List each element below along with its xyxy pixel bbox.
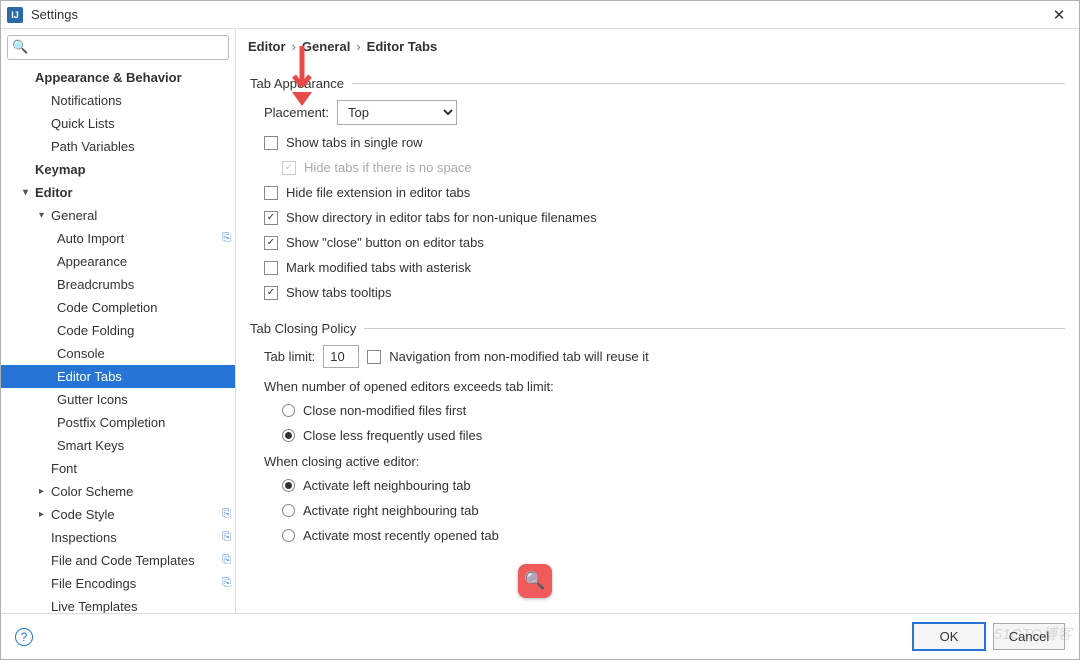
tree-color-scheme[interactable]: ▸Color Scheme <box>1 480 235 503</box>
chevron-right-icon: › <box>292 39 296 54</box>
radio-close-lfu[interactable] <box>282 429 295 442</box>
tree-auto-import[interactable]: Auto Import⎘ <box>1 227 235 250</box>
breadcrumb-editor-tabs: Editor Tabs <box>367 39 438 54</box>
checkbox-nav-reuse[interactable] <box>367 350 381 364</box>
tree-file-templates[interactable]: File and Code Templates⎘ <box>1 549 235 572</box>
checkbox-show-close[interactable]: ✓ <box>264 236 278 250</box>
gear-icon: ⎘ <box>222 577 231 590</box>
chevron-down-icon: ▾ <box>23 187 35 198</box>
breadcrumb-editor: Editor <box>248 39 286 54</box>
placement-select[interactable]: Top <box>337 100 457 125</box>
search-icon: 🔍 <box>12 39 28 55</box>
gear-icon: ⎘ <box>222 554 231 567</box>
section-title: Tab Appearance <box>250 76 344 91</box>
tree-quick-lists[interactable]: Quick Lists <box>1 112 235 135</box>
tree-general[interactable]: ▾General <box>1 204 235 227</box>
section-closing-policy: Tab Closing Policy Tab limit: Navigation… <box>236 309 1079 552</box>
breadcrumb-general: General <box>302 39 350 54</box>
close-icon[interactable]: ✕ <box>1045 6 1073 24</box>
breadcrumb: Editor › General › Editor Tabs <box>236 29 1079 64</box>
tree-editor-tabs[interactable]: Editor Tabs <box>1 365 235 388</box>
tree-file-encodings[interactable]: File Encodings⎘ <box>1 572 235 595</box>
settings-window: IJ Settings ✕ 🔍 Appearance & Behavior No… <box>0 0 1080 660</box>
tree-code-style[interactable]: ▸Code Style⎘ <box>1 503 235 526</box>
tree-breadcrumbs[interactable]: Breadcrumbs <box>1 273 235 296</box>
tree-console[interactable]: Console <box>1 342 235 365</box>
tree-notifications[interactable]: Notifications <box>1 89 235 112</box>
gear-icon: ⎘ <box>222 531 231 544</box>
search-box: 🔍 <box>7 35 229 60</box>
tab-limit-input[interactable] <box>323 345 359 368</box>
placement-label: Placement: <box>264 105 329 120</box>
radio-act-mru[interactable] <box>282 529 295 542</box>
app-icon: IJ <box>7 7 23 23</box>
chevron-right-icon: › <box>356 39 360 54</box>
footer: ? OK Cancel <box>1 613 1079 659</box>
chevron-right-icon: ▸ <box>39 509 51 520</box>
tree-appearance-behavior[interactable]: Appearance & Behavior <box>1 66 235 89</box>
ok-button[interactable]: OK <box>913 623 985 650</box>
tree-editor[interactable]: ▾Editor <box>1 181 235 204</box>
checkbox-tooltips[interactable]: ✓ <box>264 286 278 300</box>
checkbox-show-dir[interactable]: ✓ <box>264 211 278 225</box>
tree-code-completion[interactable]: Code Completion <box>1 296 235 319</box>
tree-inspections[interactable]: Inspections⎘ <box>1 526 235 549</box>
tree-appearance[interactable]: Appearance <box>1 250 235 273</box>
tree-code-folding[interactable]: Code Folding <box>1 319 235 342</box>
tab-limit-label: Tab limit: <box>264 349 315 364</box>
closing-heading: When closing active editor: <box>250 448 1065 473</box>
tree-keymap[interactable]: Keymap <box>1 158 235 181</box>
body: 🔍 Appearance & Behavior Notifications Qu… <box>1 29 1079 613</box>
gear-icon: ⎘ <box>222 232 231 245</box>
cancel-button[interactable]: Cancel <box>993 623 1065 650</box>
exceeds-heading: When number of opened editors exceeds ta… <box>250 373 1065 398</box>
chevron-right-icon: ▸ <box>39 486 51 497</box>
floating-search-icon[interactable]: 🔍 <box>518 564 552 598</box>
tree-gutter-icons[interactable]: Gutter Icons <box>1 388 235 411</box>
checkbox-hide-no-space: ✓ <box>282 161 296 175</box>
tree-postfix-completion[interactable]: Postfix Completion <box>1 411 235 434</box>
divider <box>352 83 1065 84</box>
search-input[interactable] <box>7 35 229 60</box>
radio-close-nonmod[interactable] <box>282 404 295 417</box>
radio-act-left[interactable] <box>282 479 295 492</box>
checkbox-mark-modified[interactable] <box>264 261 278 275</box>
gear-icon: ⎘ <box>222 508 231 521</box>
section-title: Tab Closing Policy <box>250 321 356 336</box>
settings-tree: Appearance & Behavior Notifications Quic… <box>1 66 235 613</box>
divider <box>364 328 1065 329</box>
sidebar: 🔍 Appearance & Behavior Notifications Qu… <box>1 29 236 613</box>
help-icon[interactable]: ? <box>15 628 33 646</box>
tree-font[interactable]: Font <box>1 457 235 480</box>
tree-path-variables[interactable]: Path Variables <box>1 135 235 158</box>
tree-live-templates[interactable]: Live Templates <box>1 595 235 613</box>
checkbox-hide-ext[interactable] <box>264 186 278 200</box>
chevron-down-icon: ▾ <box>39 210 51 221</box>
window-title: Settings <box>31 7 1045 22</box>
titlebar: IJ Settings ✕ <box>1 1 1079 29</box>
content-pane: Editor › General › Editor Tabs Tab Appea… <box>236 29 1079 613</box>
checkbox-single-row[interactable] <box>264 136 278 150</box>
radio-act-right[interactable] <box>282 504 295 517</box>
tree-smart-keys[interactable]: Smart Keys <box>1 434 235 457</box>
section-tab-appearance: Tab Appearance Placement: Top Show tabs … <box>236 64 1079 309</box>
